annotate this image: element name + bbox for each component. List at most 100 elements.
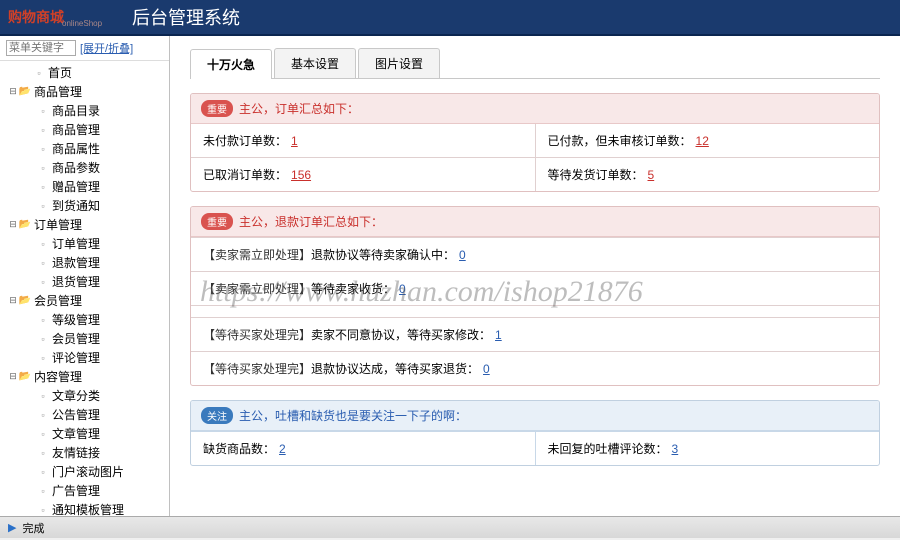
page-icon: ▫ <box>36 123 50 137</box>
refund-row: 【卖家需立即处理】退款协议等待卖家确认中：0 <box>191 237 879 271</box>
sidebar-item-label: 赠品管理 <box>52 178 100 195</box>
stat-link[interactable]: 156 <box>291 168 311 182</box>
page-icon: ▫ <box>36 446 50 460</box>
sidebar-item-label: 订单管理 <box>52 235 100 252</box>
tab[interactable]: 十万火急 <box>190 49 272 79</box>
stat-cell: 缺货商品数：2 <box>191 431 536 465</box>
important-badge: 重要 <box>201 100 233 117</box>
header: 购物商城 onlineShop 后台管理系统 <box>0 0 900 36</box>
refund-row: 【等待买家处理完】退款协议达成，等待买家退货： 0 <box>191 351 879 385</box>
sidebar-item[interactable]: ▫退货管理 <box>4 272 169 291</box>
sidebar-folder[interactable]: ⊟📂订单管理 <box>4 215 169 234</box>
sidebar-item[interactable]: ▫退款管理 <box>4 253 169 272</box>
status-bar: ▶ 完成 <box>0 516 900 538</box>
page-icon: ▫ <box>36 180 50 194</box>
page-icon: ▫ <box>36 256 50 270</box>
sidebar-item[interactable]: ▫评论管理 <box>4 348 169 367</box>
sidebar-item-label: 商品属性 <box>52 140 100 157</box>
sidebar-item[interactable]: ▫赠品管理 <box>4 177 169 196</box>
tab[interactable]: 基本设置 <box>274 48 356 78</box>
refund-section-title: 主公，退款订单汇总如下： <box>239 213 383 230</box>
play-icon: ▶ <box>8 521 16 534</box>
sidebar: [展开/折叠] ▫首页⊟📂商品管理▫商品目录▫商品管理▫商品属性▫商品参数▫赠品… <box>0 36 170 516</box>
refund-label: 等待卖家收货： <box>311 282 395 296</box>
folder-open-icon: 📂 <box>18 85 32 99</box>
sidebar-item[interactable]: ▫通知模板管理 <box>4 500 169 516</box>
stat-label: 已取消订单数： <box>203 168 287 182</box>
refund-label: 退款协议达成，等待买家退货： <box>311 362 479 376</box>
tab[interactable]: 图片设置 <box>358 48 440 78</box>
stat-link[interactable]: 2 <box>279 442 286 456</box>
collapse-icon[interactable]: ⊟ <box>8 371 18 382</box>
stat-link[interactable]: 5 <box>648 168 655 182</box>
refund-section: 重要 主公，退款订单汇总如下： 【卖家需立即处理】退款协议等待卖家确认中：0【卖… <box>190 206 880 386</box>
folder-open-icon: 📂 <box>18 294 32 308</box>
sidebar-item[interactable]: ▫文章管理 <box>4 424 169 443</box>
sidebar-item-label: 退款管理 <box>52 254 100 271</box>
sidebar-item[interactable]: ▫文章分类 <box>4 386 169 405</box>
stat-link[interactable]: 0 <box>483 362 490 376</box>
stat-label: 未付款订单数： <box>203 134 287 148</box>
orders-section-title: 主公，订单汇总如下： <box>239 100 359 117</box>
stat-link[interactable]: 3 <box>672 442 679 456</box>
expand-collapse-link[interactable]: [展开/折叠] <box>80 40 133 56</box>
stat-link[interactable]: 1 <box>495 328 502 342</box>
page-title: 后台管理系统 <box>132 4 240 30</box>
sidebar-item-label: 商品管理 <box>52 121 100 138</box>
collapse-icon[interactable]: ⊟ <box>8 86 18 97</box>
stat-link[interactable]: 0 <box>459 248 466 262</box>
sidebar-folder[interactable]: ⊟📂内容管理 <box>4 367 169 386</box>
stat-cell: 未付款订单数： 1 <box>191 124 536 157</box>
sidebar-item-label: 商品管理 <box>34 83 82 100</box>
attention-section-title: 主公，吐槽和缺货也是要关注一下子的啊： <box>239 407 467 424</box>
page-icon: ▫ <box>36 313 50 327</box>
sidebar-item-label: 会员管理 <box>34 292 82 309</box>
sidebar-item-label: 商品目录 <box>52 102 100 119</box>
stat-link[interactable]: 0 <box>399 282 406 296</box>
menu-search-input[interactable] <box>6 40 76 56</box>
attention-section: 关注 主公，吐槽和缺货也是要关注一下子的啊： 缺货商品数：2未回复的吐槽评论数：… <box>190 400 880 466</box>
sidebar-item[interactable]: ▫友情链接 <box>4 443 169 462</box>
collapse-icon[interactable]: ⊟ <box>8 295 18 306</box>
page-icon: ▫ <box>36 199 50 213</box>
sidebar-item-label: 友情链接 <box>52 444 100 461</box>
collapse-icon[interactable]: ⊟ <box>8 219 18 230</box>
folder-open-icon: 📂 <box>18 218 32 232</box>
orders-section: 重要 主公，订单汇总如下： 未付款订单数： 1 已付款，但未审核订单数： 12 已取消订… <box>190 93 880 192</box>
sidebar-item[interactable]: ▫首页 <box>4 63 169 82</box>
logo-main: 购物商城 <box>8 7 64 27</box>
refund-tag: 【等待买家处理完】 <box>203 362 311 376</box>
sidebar-item[interactable]: ▫会员管理 <box>4 329 169 348</box>
sidebar-item[interactable]: ▫订单管理 <box>4 234 169 253</box>
sidebar-item-label: 内容管理 <box>34 368 82 385</box>
stat-label: 未回复的吐槽评论数： <box>548 442 668 456</box>
stat-cell: 已付款，但未审核订单数： 12 <box>536 124 880 157</box>
refund-section-header: 重要 主公，退款订单汇总如下： <box>191 207 879 237</box>
status-text: 完成 <box>22 520 44 536</box>
stat-link[interactable]: 12 <box>696 134 709 148</box>
sidebar-folder[interactable]: ⊟📂商品管理 <box>4 82 169 101</box>
tabs: 十万火急基本设置图片设置 <box>190 48 880 79</box>
sidebar-top: [展开/折叠] <box>0 36 169 61</box>
stat-label: 已付款，但未审核订单数： <box>548 134 692 148</box>
sidebar-item[interactable]: ▫等级管理 <box>4 310 169 329</box>
sidebar-item[interactable]: ▫商品管理 <box>4 120 169 139</box>
page-icon: ▫ <box>36 332 50 346</box>
folder-open-icon: 📂 <box>18 370 32 384</box>
page-icon: ▫ <box>36 408 50 422</box>
sidebar-item[interactable]: ▫商品属性 <box>4 139 169 158</box>
page-icon: ▫ <box>36 104 50 118</box>
page-icon: ▫ <box>36 351 50 365</box>
stat-link[interactable]: 1 <box>291 134 298 148</box>
sidebar-item[interactable]: ▫商品目录 <box>4 101 169 120</box>
sidebar-item[interactable]: ▫门户滚动图片 <box>4 462 169 481</box>
logo: 购物商城 onlineShop <box>0 0 120 35</box>
sidebar-folder[interactable]: ⊟📂会员管理 <box>4 291 169 310</box>
page-icon: ▫ <box>36 465 50 479</box>
sidebar-item[interactable]: ▫商品参数 <box>4 158 169 177</box>
sidebar-item[interactable]: ▫公告管理 <box>4 405 169 424</box>
sidebar-item[interactable]: ▫到货通知 <box>4 196 169 215</box>
sidebar-item[interactable]: ▫广告管理 <box>4 481 169 500</box>
sidebar-item-label: 门户滚动图片 <box>52 463 124 480</box>
refund-label: 退款协议等待卖家确认中： <box>311 248 455 262</box>
